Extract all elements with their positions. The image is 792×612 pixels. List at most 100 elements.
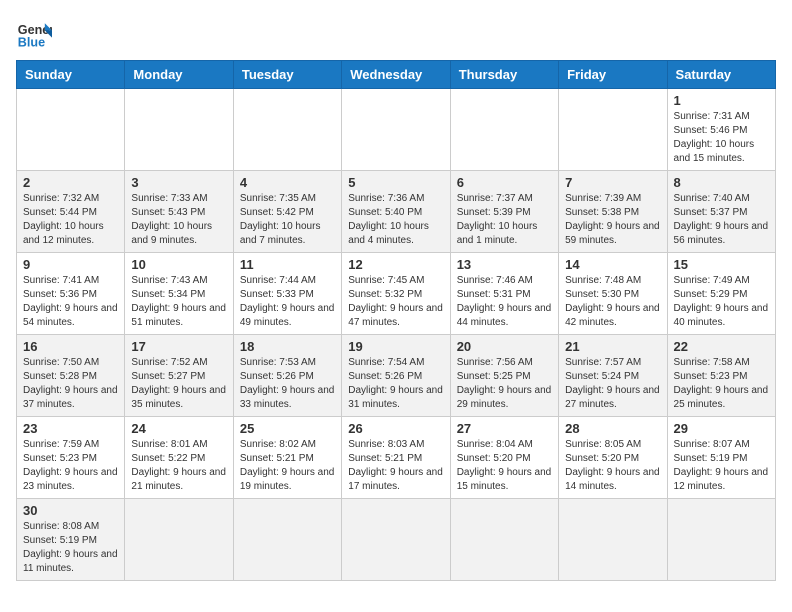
day-cell: 18 Sunrise: 7:53 AM Sunset: 5:26 PM Dayli… [233, 335, 341, 417]
day-info: Sunrise: 8:04 AM Sunset: 5:20 PM Dayligh… [457, 438, 552, 494]
day-number: 21 [565, 339, 660, 354]
day-cell: 7 Sunrise: 7:39 AM Sunset: 5:38 PM Daylig… [559, 171, 667, 253]
day-number: 28 [565, 421, 660, 436]
weekday-header-thursday: Thursday [450, 61, 558, 89]
weekday-header-monday: Monday [125, 61, 233, 89]
day-cell: 16 Sunrise: 7:50 AM Sunset: 5:28 PM Dayli… [17, 335, 125, 417]
day-number: 7 [565, 175, 660, 190]
day-cell: 25 Sunrise: 8:02 AM Sunset: 5:21 PM Dayli… [233, 417, 341, 499]
day-cell: 1 Sunrise: 7:31 AM Sunset: 5:46 PM Daylig… [667, 89, 775, 171]
day-info: Sunrise: 7:39 AM Sunset: 5:38 PM Dayligh… [565, 192, 660, 248]
page-header: General Blue [16, 16, 776, 52]
day-cell [125, 499, 233, 581]
weekday-header-sunday: Sunday [17, 61, 125, 89]
weekday-header-saturday: Saturday [667, 61, 775, 89]
day-cell [125, 89, 233, 171]
day-number: 24 [131, 421, 226, 436]
day-number: 27 [457, 421, 552, 436]
day-info: Sunrise: 7:53 AM Sunset: 5:26 PM Dayligh… [240, 356, 335, 412]
day-info: Sunrise: 7:43 AM Sunset: 5:34 PM Dayligh… [131, 274, 226, 330]
day-number: 22 [674, 339, 769, 354]
day-cell [342, 89, 450, 171]
day-info: Sunrise: 7:46 AM Sunset: 5:31 PM Dayligh… [457, 274, 552, 330]
day-number: 1 [674, 93, 769, 108]
day-number: 5 [348, 175, 443, 190]
week-row-6: 30Sunrise: 8:08 AM Sunset: 5:19 PM Dayli… [17, 499, 776, 581]
day-number: 16 [23, 339, 118, 354]
day-cell [17, 89, 125, 171]
day-number: 9 [23, 257, 118, 272]
day-info: Sunrise: 8:02 AM Sunset: 5:21 PM Dayligh… [240, 438, 335, 494]
day-number: 11 [240, 257, 335, 272]
svg-text:Blue: Blue [18, 36, 45, 50]
day-number: 14 [565, 257, 660, 272]
day-cell: 11 Sunrise: 7:44 AM Sunset: 5:33 PM Dayli… [233, 253, 341, 335]
day-number: 18 [240, 339, 335, 354]
day-number: 25 [240, 421, 335, 436]
day-cell: 8 Sunrise: 7:40 AM Sunset: 5:37 PM Daylig… [667, 171, 775, 253]
day-cell: 17 Sunrise: 7:52 AM Sunset: 5:27 PM Dayli… [125, 335, 233, 417]
day-cell: 27 Sunrise: 8:04 AM Sunset: 5:20 PM Dayli… [450, 417, 558, 499]
day-info: Sunrise: 7:48 AM Sunset: 5:30 PM Dayligh… [565, 274, 660, 330]
day-cell [667, 499, 775, 581]
day-info: Sunrise: 7:41 AM Sunset: 5:36 PM Dayligh… [23, 274, 118, 330]
day-cell: 13Sunrise: 7:46 AM Sunset: 5:31 PM Dayli… [450, 253, 558, 335]
day-number: 6 [457, 175, 552, 190]
day-number: 19 [348, 339, 443, 354]
day-info: Sunrise: 7:58 AM Sunset: 5:23 PM Dayligh… [674, 356, 769, 412]
day-info: Sunrise: 7:56 AM Sunset: 5:25 PM Dayligh… [457, 356, 552, 412]
day-cell: 20 Sunrise: 7:56 AM Sunset: 5:25 PM Dayli… [450, 335, 558, 417]
day-info: Sunrise: 7:44 AM Sunset: 5:33 PM Dayligh… [240, 274, 335, 330]
day-number: 10 [131, 257, 226, 272]
day-cell: 22 Sunrise: 7:58 AM Sunset: 5:23 PM Dayli… [667, 335, 775, 417]
day-cell [559, 499, 667, 581]
day-cell: 14 Sunrise: 7:48 AM Sunset: 5:30 PM Dayli… [559, 253, 667, 335]
day-cell: 23Sunrise: 7:59 AM Sunset: 5:23 PM Dayli… [17, 417, 125, 499]
day-cell: 24 Sunrise: 8:01 AM Sunset: 5:22 PM Dayli… [125, 417, 233, 499]
day-number: 2 [23, 175, 118, 190]
day-cell: 3Sunrise: 7:33 AM Sunset: 5:43 PM Daylig… [125, 171, 233, 253]
day-number: 8 [674, 175, 769, 190]
day-cell: 5 Sunrise: 7:36 AM Sunset: 5:40 PM Daylig… [342, 171, 450, 253]
weekday-header-friday: Friday [559, 61, 667, 89]
day-info: Sunrise: 7:32 AM Sunset: 5:44 PM Dayligh… [23, 192, 118, 248]
day-info: Sunrise: 7:37 AM Sunset: 5:39 PM Dayligh… [457, 192, 552, 248]
day-info: Sunrise: 7:36 AM Sunset: 5:40 PM Dayligh… [348, 192, 443, 248]
day-number: 20 [457, 339, 552, 354]
logo: General Blue [16, 16, 52, 52]
day-cell: 28 Sunrise: 8:05 AM Sunset: 5:20 PM Dayli… [559, 417, 667, 499]
day-number: 15 [674, 257, 769, 272]
day-cell: 26 Sunrise: 8:03 AM Sunset: 5:21 PM Dayli… [342, 417, 450, 499]
day-number: 17 [131, 339, 226, 354]
day-cell: 21 Sunrise: 7:57 AM Sunset: 5:24 PM Dayli… [559, 335, 667, 417]
day-cell: 6 Sunrise: 7:37 AM Sunset: 5:39 PM Daylig… [450, 171, 558, 253]
day-cell [233, 89, 341, 171]
day-number: 30 [23, 503, 118, 518]
day-number: 12 [348, 257, 443, 272]
day-cell [233, 499, 341, 581]
day-info: Sunrise: 7:50 AM Sunset: 5:28 PM Dayligh… [23, 356, 118, 412]
week-row-4: 16 Sunrise: 7:50 AM Sunset: 5:28 PM Dayli… [17, 335, 776, 417]
week-row-3: 9 Sunrise: 7:41 AM Sunset: 5:36 PM Daylig… [17, 253, 776, 335]
day-number: 23 [23, 421, 118, 436]
day-cell: 12Sunrise: 7:45 AM Sunset: 5:32 PM Dayli… [342, 253, 450, 335]
day-info: Sunrise: 7:57 AM Sunset: 5:24 PM Dayligh… [565, 356, 660, 412]
day-info: Sunrise: 8:01 AM Sunset: 5:22 PM Dayligh… [131, 438, 226, 494]
day-info: Sunrise: 8:05 AM Sunset: 5:20 PM Dayligh… [565, 438, 660, 494]
day-info: Sunrise: 7:31 AM Sunset: 5:46 PM Dayligh… [674, 110, 769, 166]
logo-icon: General Blue [16, 16, 52, 52]
day-info: Sunrise: 7:40 AM Sunset: 5:37 PM Dayligh… [674, 192, 769, 248]
day-cell: 2 Sunrise: 7:32 AM Sunset: 5:44 PM Daylig… [17, 171, 125, 253]
day-info: Sunrise: 7:52 AM Sunset: 5:27 PM Dayligh… [131, 356, 226, 412]
day-cell: 30Sunrise: 8:08 AM Sunset: 5:19 PM Dayli… [17, 499, 125, 581]
day-number: 26 [348, 421, 443, 436]
day-cell [450, 89, 558, 171]
day-cell [450, 499, 558, 581]
day-cell: 4Sunrise: 7:35 AM Sunset: 5:42 PM Daylig… [233, 171, 341, 253]
day-cell: 29Sunrise: 8:07 AM Sunset: 5:19 PM Dayli… [667, 417, 775, 499]
day-info: Sunrise: 7:54 AM Sunset: 5:26 PM Dayligh… [348, 356, 443, 412]
day-info: Sunrise: 8:03 AM Sunset: 5:21 PM Dayligh… [348, 438, 443, 494]
weekday-header-tuesday: Tuesday [233, 61, 341, 89]
day-number: 3 [131, 175, 226, 190]
day-number: 4 [240, 175, 335, 190]
